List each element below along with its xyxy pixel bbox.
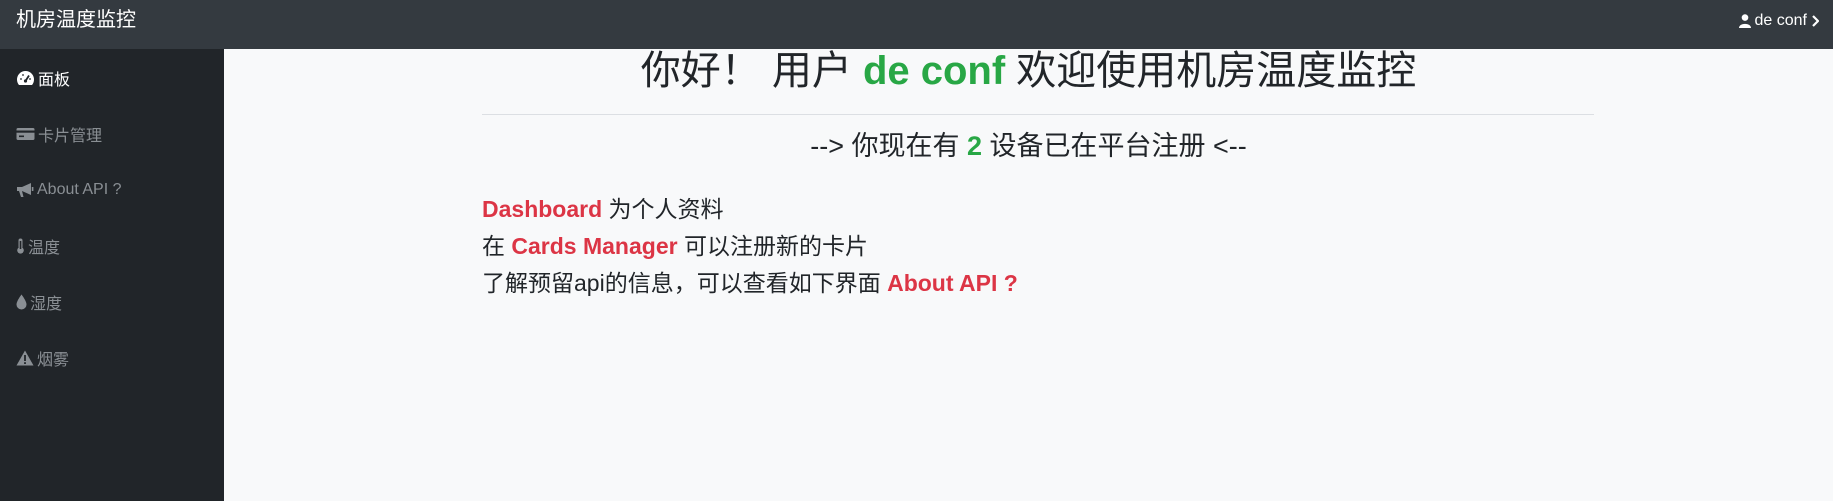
welcome-heading: 你好！ 用户 de conf 欢迎使用机房温度监控 [224,47,1833,95]
device-count-suffix: 设备已在平台注册 <-- [982,131,1247,161]
info-text: 在 [482,233,512,259]
sidebar-item-label: 面板 [38,72,71,89]
welcome-prefix: 你好！ 用户 [640,49,863,93]
device-count-line: --> 你现在有 2 设备已在平台注册 <-- [224,129,1833,163]
megaphone-icon [16,182,34,198]
credit-card-icon [16,127,35,141]
sidebar-item-label: 卡片管理 [38,128,103,145]
sidebar-item-label: 烟雾 [37,352,70,369]
sidebar-item-cards-manager[interactable]: 卡片管理 [16,122,102,146]
info-text: 为个人资料 [602,196,724,222]
user-icon [1738,14,1751,28]
chevron-right-icon [1811,15,1819,27]
app-title[interactable]: 机房温度监控 [16,0,136,40]
info-text: 可以注册新的卡片 [677,233,868,259]
info-line-dashboard: Dashboard 为个人资料 [482,194,724,224]
thermometer-icon [16,238,25,254]
top-navbar: 机房温度监控 de conf [0,0,1833,49]
dashboard-gauge-icon [16,70,35,86]
heading-divider [482,114,1594,115]
sidebar-item-label: 湿度 [30,296,63,313]
sidebar-item-temperature[interactable]: 温度 [16,234,60,258]
sidebar-item-label: 温度 [28,240,61,257]
about-api-link[interactable]: About API ? [887,270,1018,296]
dashboard-link[interactable]: Dashboard [482,196,602,222]
user-menu-username: de conf [1754,12,1807,29]
cards-manager-link[interactable]: Cards Manager [511,233,677,259]
sidebar-item-label: About API ? [37,181,122,198]
device-count-prefix: --> 你现在有 [810,131,967,161]
water-drop-icon [16,294,27,310]
info-line-cards-manager: 在 Cards Manager 可以注册新的卡片 [482,231,868,261]
welcome-username: de conf [862,49,1006,93]
user-menu-button[interactable]: de conf [1738,0,1819,42]
sidebar-item-about-api[interactable]: About API ? [16,178,122,202]
device-count-value: 2 [966,131,983,161]
sidebar: 面板 卡片管理 About API ? 温度 湿度 烟雾 [0,49,224,501]
main-content: 你好！ 用户 de conf 欢迎使用机房温度监控 --> 你现在有 2 设备已… [224,49,1833,501]
info-text: 了解预留api的信息，可以查看如下界面 [482,270,888,296]
info-line-about-api: 了解预留api的信息，可以查看如下界面 About API ? [482,268,1018,298]
sidebar-item-dashboard[interactable]: 面板 [16,66,70,90]
welcome-suffix: 欢迎使用机房温度监控 [1005,49,1417,93]
warning-triangle-icon [16,350,34,366]
sidebar-item-humidity[interactable]: 湿度 [16,290,62,314]
sidebar-item-smoke[interactable]: 烟雾 [16,346,69,370]
